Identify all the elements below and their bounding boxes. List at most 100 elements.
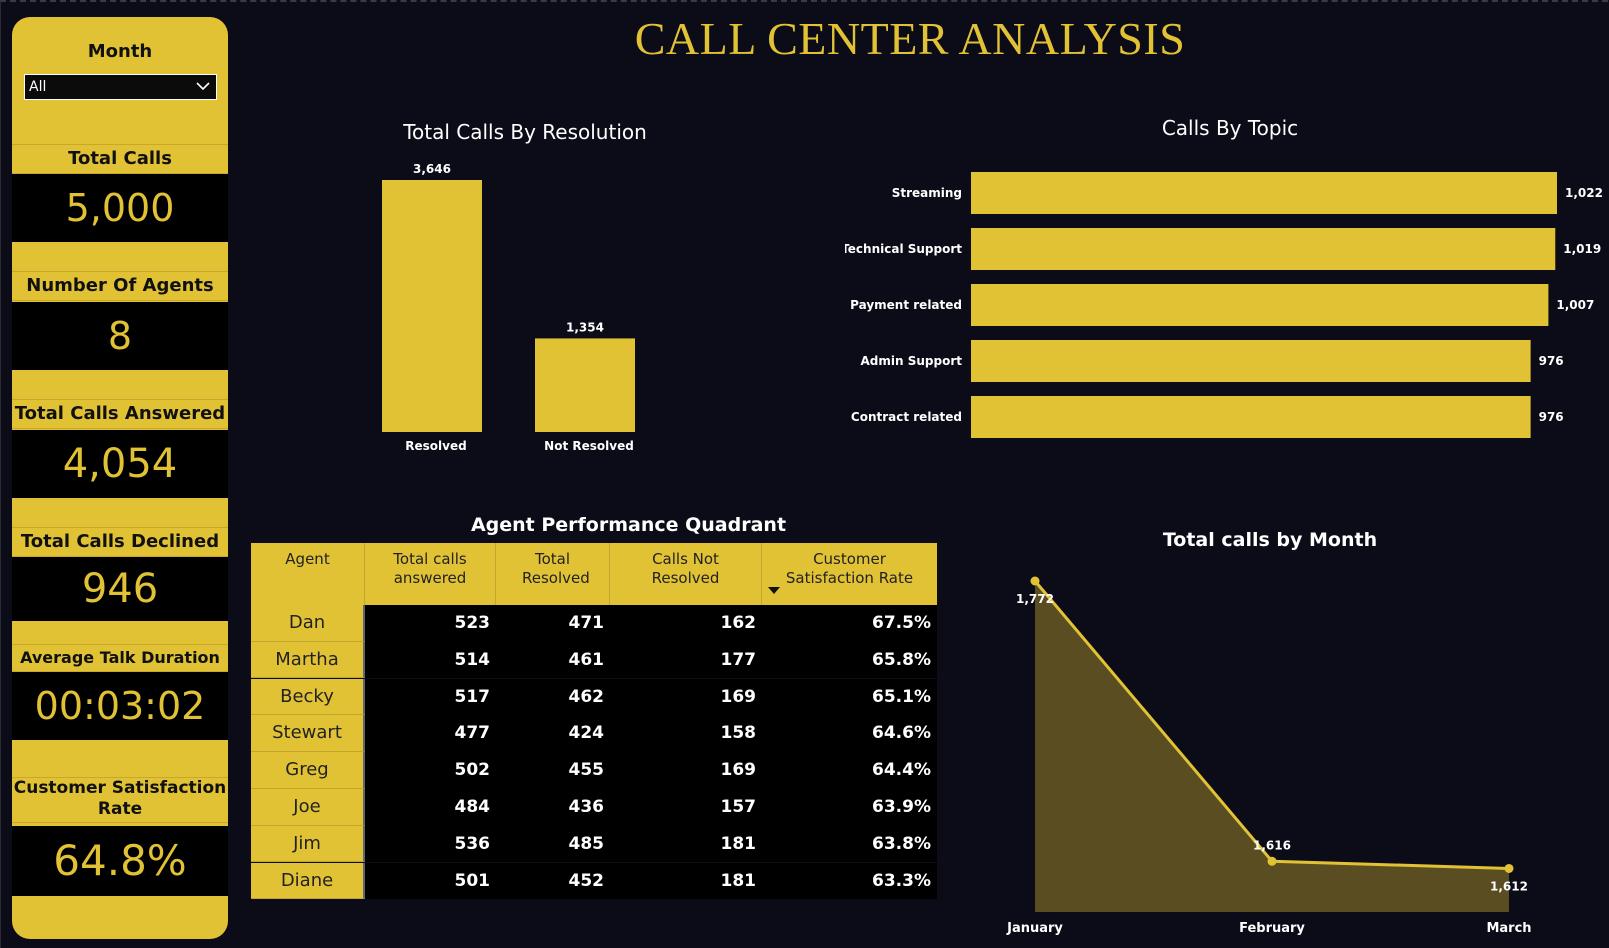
- kpi-number-of-agents-value: 8: [12, 302, 228, 370]
- agent-name-cell: Becky: [251, 678, 365, 716]
- column-header-agent[interactable]: Agent: [251, 543, 365, 605]
- data-label: 1,616: [1253, 838, 1291, 852]
- table-cell: 536: [365, 825, 496, 863]
- table-row[interactable]: Joe 484 436 157 63.9%: [251, 789, 937, 826]
- kpi-total-calls-declined-label: Total Calls Declined: [12, 527, 228, 557]
- chevron-down-icon: [196, 82, 210, 91]
- table-cell: 461: [496, 641, 610, 679]
- bar-contract-related: [971, 396, 1531, 438]
- resolution-bar-chart: 3,646 Resolved 1,354 Not Resolved: [382, 162, 635, 453]
- data-label: 1,022: [1565, 186, 1603, 200]
- data-label: 1,772: [1016, 592, 1054, 606]
- table-cell: 436: [496, 789, 610, 826]
- table-cell: 502: [365, 752, 496, 789]
- table-cell: 523: [365, 605, 496, 642]
- column-header-total-resolved[interactable]: Total Resolved: [496, 543, 610, 605]
- table-header: Agent Total calls answered Total Resolve…: [251, 543, 937, 605]
- agent-name-cell: Greg: [251, 752, 365, 789]
- month-dropdown-value: All: [29, 79, 47, 95]
- table-cell: 158: [610, 715, 762, 753]
- table-cell: 181: [610, 862, 762, 900]
- table-cell: 162: [610, 605, 762, 642]
- table-cell: 65.1%: [762, 678, 937, 716]
- table-cell: 471: [496, 605, 610, 642]
- bar-technical-support: [971, 228, 1556, 270]
- table-title: Agent Performance Quadrant: [470, 514, 787, 536]
- kpi-total-calls-label: Total Calls: [12, 144, 228, 174]
- bar-payment-related: [971, 284, 1549, 326]
- month-dropdown[interactable]: All: [24, 74, 217, 100]
- table-row[interactable]: Greg 502 455 169 64.4%: [251, 752, 937, 789]
- table-cell: 169: [610, 752, 762, 789]
- table-cell: 63.8%: [762, 825, 937, 863]
- table-cell: 181: [610, 825, 762, 863]
- table-row[interactable]: Stewart 477 424 158 64.6%: [251, 715, 937, 753]
- table-cell: 455: [496, 752, 610, 789]
- table-cell: 64.4%: [762, 752, 937, 789]
- data-point: [1504, 863, 1514, 873]
- table-cell: 485: [496, 825, 610, 863]
- category-label: Contract related: [851, 410, 962, 424]
- data-label: 1,007: [1556, 298, 1594, 312]
- agent-name-cell: Stewart: [251, 715, 365, 753]
- data-point: [1267, 856, 1277, 866]
- table-cell: 169: [610, 678, 762, 716]
- page-title: CALL CENTER ANALYSIS: [634, 13, 1186, 64]
- column-header-calls-not-resolved[interactable]: Calls Not Resolved: [610, 543, 762, 605]
- topic-bar-chart: Streaming 1,022 Technical Support 1,019 Paym…: [845, 172, 1603, 438]
- data-label: 1,019: [1563, 242, 1601, 256]
- bar-admin-support: [971, 340, 1531, 382]
- table-cell: 462: [496, 678, 610, 716]
- table-cell: 501: [365, 862, 496, 900]
- table-cell: 452: [496, 862, 610, 900]
- agent-name-cell: Dan: [251, 605, 365, 642]
- kpi-total-calls-declined-value: 946: [12, 557, 228, 621]
- table-cell: 514: [365, 641, 496, 679]
- data-label: 976: [1539, 354, 1564, 368]
- agent-name-cell: Martha: [251, 641, 365, 679]
- resolution-chart-title: Total Calls By Resolution: [403, 120, 647, 144]
- data-label: 1,354: [566, 320, 604, 334]
- category-label: Resolved: [405, 439, 466, 453]
- sort-descending-icon: [768, 587, 780, 594]
- category-label: Not Resolved: [544, 439, 634, 453]
- x-tick-label: March: [1486, 921, 1531, 936]
- x-tick-label: February: [1239, 921, 1305, 936]
- table-cell: 63.9%: [762, 789, 937, 826]
- topic-chart-title: Calls By Topic: [1161, 116, 1299, 140]
- table-cell: 424: [496, 715, 610, 753]
- table-row[interactable]: Martha 514 461 177 65.8%: [251, 641, 937, 679]
- table-row[interactable]: Jim 536 485 181 63.8%: [251, 825, 937, 863]
- month-chart-title: Total calls by Month: [1162, 529, 1378, 551]
- table-cell: 67.5%: [762, 605, 937, 642]
- table-cell: 65.8%: [762, 641, 937, 679]
- data-label: 976: [1539, 410, 1564, 424]
- kpi-number-of-agents-label: Number Of Agents: [12, 271, 228, 301]
- data-label: 3,646: [413, 162, 451, 176]
- agent-name-cell: Joe: [251, 789, 365, 826]
- kpi-total-calls-value: 5,000: [12, 174, 228, 242]
- table-cell: 63.3%: [762, 862, 937, 900]
- kpi-average-talk-duration-value: 00:03:02: [12, 672, 228, 740]
- data-point: [1030, 576, 1040, 586]
- category-label: Streaming: [892, 186, 962, 200]
- agent-name-cell: Diane: [251, 862, 365, 900]
- kpi-total-calls-answered-label: Total Calls Answered: [12, 399, 228, 429]
- filter-sidebar: Month All Total Calls 5,000 Number Of Ag…: [12, 17, 228, 939]
- category-label: Payment related: [850, 298, 962, 312]
- table-cell: 477: [365, 715, 496, 753]
- data-label: 1,612: [1490, 879, 1528, 893]
- kpi-total-calls-answered-value: 4,054: [12, 430, 228, 498]
- table-row[interactable]: Dan 523 471 162 67.5%: [251, 605, 937, 642]
- category-label: Admin Support: [861, 354, 963, 368]
- bar-resolved: [382, 180, 482, 432]
- table-cell: 484: [365, 789, 496, 826]
- column-header-customer-satisfaction-rate[interactable]: Customer Satisfaction Rate: [762, 543, 937, 605]
- agent-name-cell: Jim: [251, 825, 365, 863]
- column-header-total-calls-answered[interactable]: Total calls answered: [365, 543, 496, 605]
- kpi-customer-satisfaction-label: Customer Satisfaction Rate: [12, 777, 228, 823]
- table-row[interactable]: Diane 501 452 181 63.3%: [251, 862, 937, 900]
- table-cell: 64.6%: [762, 715, 937, 753]
- bar-not-resolved: [535, 338, 635, 432]
- table-row[interactable]: Becky 517 462 169 65.1%: [251, 678, 937, 716]
